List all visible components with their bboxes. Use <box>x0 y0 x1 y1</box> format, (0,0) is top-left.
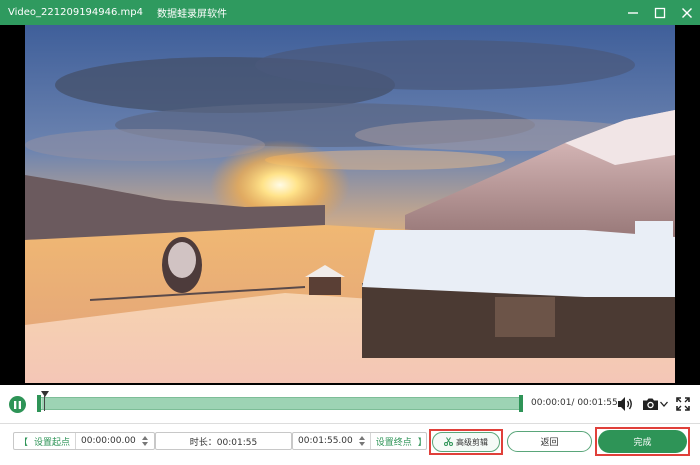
camera-icon[interactable] <box>642 397 659 411</box>
start-time-value: 00:00:00.00 <box>81 436 136 446</box>
advanced-cut-button[interactable]: 高级剪辑 <box>432 432 500 452</box>
volume-icon[interactable] <box>617 396 635 412</box>
trim-end-handle[interactable] <box>519 395 523 412</box>
done-button[interactable]: 完成 <box>598 430 687 453</box>
end-time-stepper[interactable] <box>358 435 365 447</box>
duration-display: 时长：00:01:55 <box>189 437 258 448</box>
advanced-cut-label: 高级剪辑 <box>456 437 488 447</box>
set-start-button[interactable]: 【 设置起点 <box>14 433 77 449</box>
minimize-icon[interactable] <box>619 0 646 25</box>
set-start-label: 设置起点 <box>34 437 71 448</box>
bracket-right-icon: 】 <box>417 437 427 448</box>
pause-icon[interactable] <box>9 396 26 413</box>
close-icon[interactable] <box>673 0 700 25</box>
playback-bar: 00:00:01/ 00:01:55 <box>0 385 700 423</box>
start-time-field[interactable]: 00:00:00.00 <box>76 433 153 449</box>
timecode-display: 00:00:01/ 00:01:55 <box>531 398 618 408</box>
fullscreen-icon[interactable] <box>676 397 690 411</box>
end-time-field[interactable]: 00:01:55.00 <box>293 433 371 449</box>
video-preview[interactable] <box>0 25 700 385</box>
set-end-label: 设置终点 <box>375 437 412 448</box>
playhead-marker[interactable] <box>41 391 49 397</box>
title-bar: Video_221209194946.mp4 数据蛙录屏软件 <box>0 0 700 25</box>
bracket-left-icon: 【 <box>19 437 29 448</box>
duration-box: 时长：00:01:55 <box>155 432 292 450</box>
trim-start-handle[interactable] <box>37 395 41 412</box>
end-time-box: 00:01:55.00 设置终点 】 <box>292 432 427 450</box>
window-file-name: Video_221209194946.mp4 <box>8 7 143 18</box>
maximize-icon[interactable] <box>646 0 673 25</box>
set-end-button[interactable]: 设置终点 】 <box>371 433 432 449</box>
end-time-value: 00:01:55.00 <box>298 436 353 446</box>
timeline-track[interactable] <box>37 397 523 410</box>
start-time-stepper[interactable] <box>141 435 148 447</box>
chevron-down-icon[interactable] <box>659 399 669 409</box>
scissors-icon <box>444 436 453 448</box>
window-app-name: 数据蛙录屏软件 <box>157 9 227 20</box>
window-controls <box>619 0 700 25</box>
back-button[interactable]: 返回 <box>507 431 592 452</box>
start-time-box: 【 设置起点 00:00:00.00 <box>13 432 155 450</box>
video-frame <box>25 25 675 383</box>
playhead-line <box>44 396 45 411</box>
